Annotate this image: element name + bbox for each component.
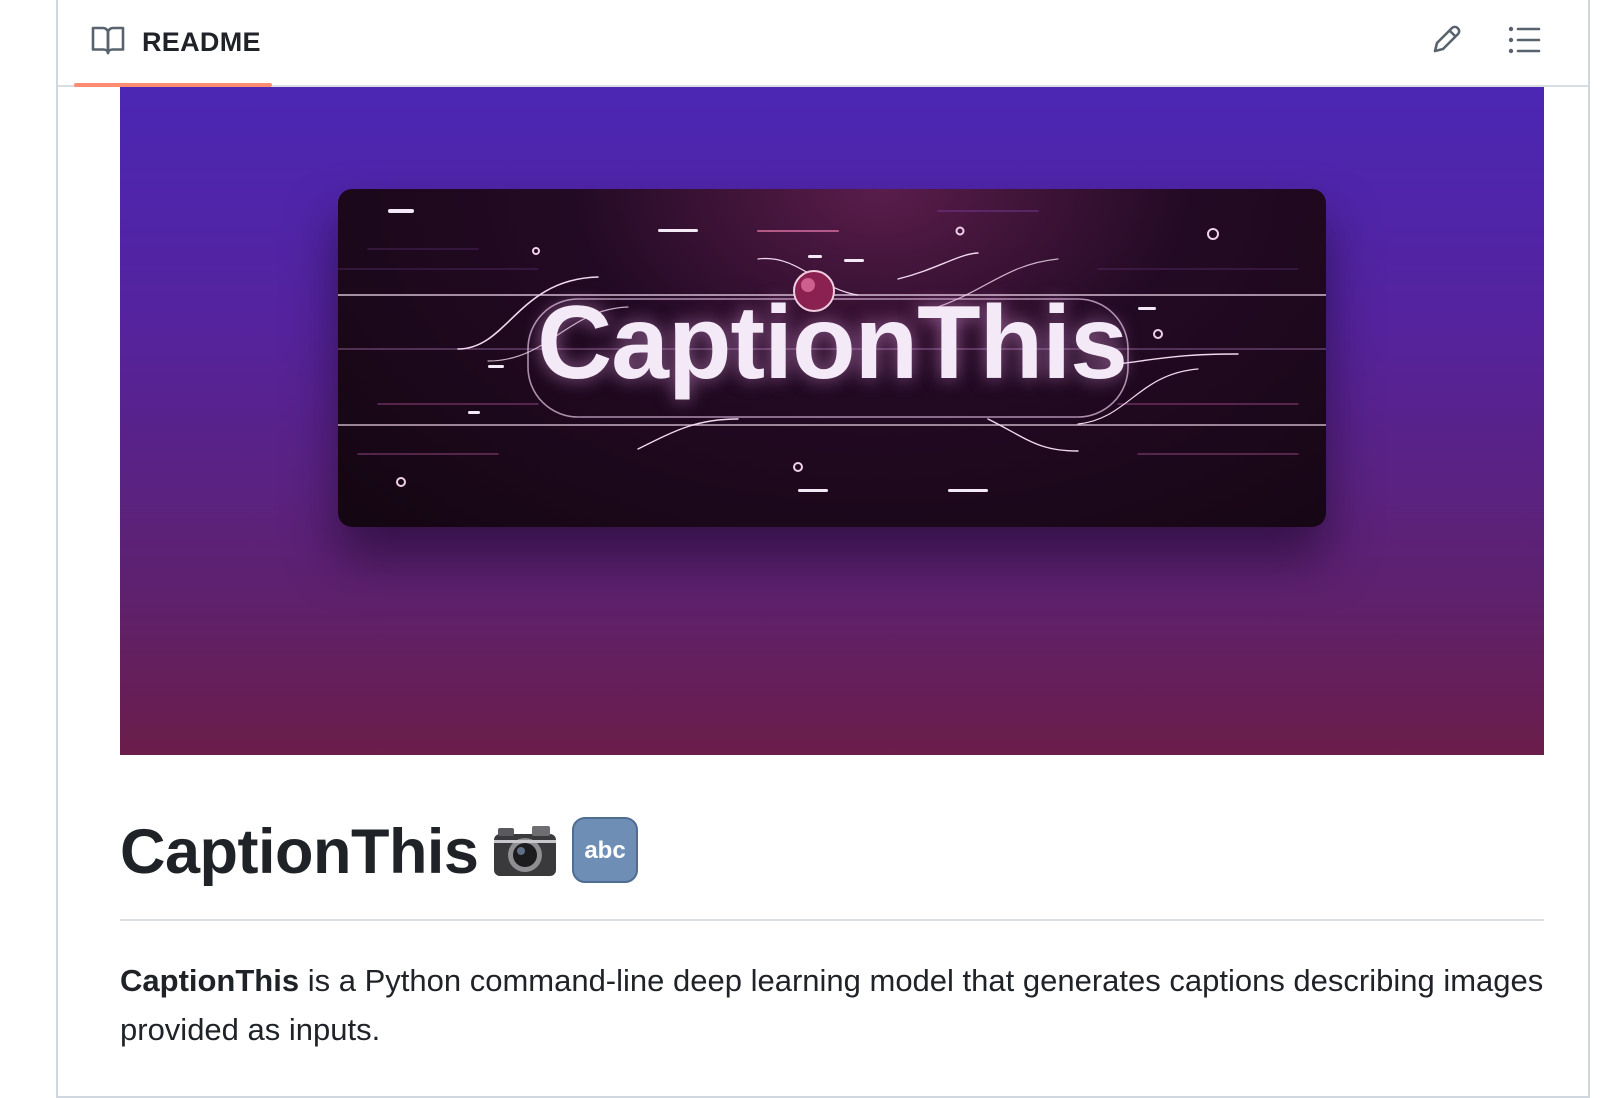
table-of-contents-button[interactable] [1500, 18, 1548, 66]
tab-readme[interactable]: README [74, 0, 272, 87]
banner-title: CaptionThis [537, 285, 1128, 401]
readme-description: CaptionThis is a Python command-line dee… [120, 956, 1550, 1054]
description-text: is a Python command-line deep learning m… [120, 963, 1544, 1047]
banner-card: CaptionThis [338, 189, 1326, 527]
tab-readme-label: README [142, 27, 261, 57]
readme-heading: CaptionThis abc [120, 816, 639, 888]
heading-divider [120, 919, 1544, 921]
banner-image: CaptionThis [120, 87, 1544, 755]
camera-icon [492, 822, 558, 883]
readme-heading-text: CaptionThis [120, 817, 479, 887]
svg-text:abc: abc [585, 837, 626, 864]
readme-panel: README CaptionThis CaptionThis abc Capti… [56, 0, 1590, 1098]
abc-icon: abc [572, 816, 639, 888]
readme-header: README [58, 0, 1588, 87]
description-bold: CaptionThis [120, 963, 300, 998]
book-icon [90, 24, 126, 61]
edit-file-button[interactable] [1422, 18, 1470, 66]
pencil-icon [1429, 23, 1463, 62]
list-unordered-icon [1507, 25, 1541, 60]
